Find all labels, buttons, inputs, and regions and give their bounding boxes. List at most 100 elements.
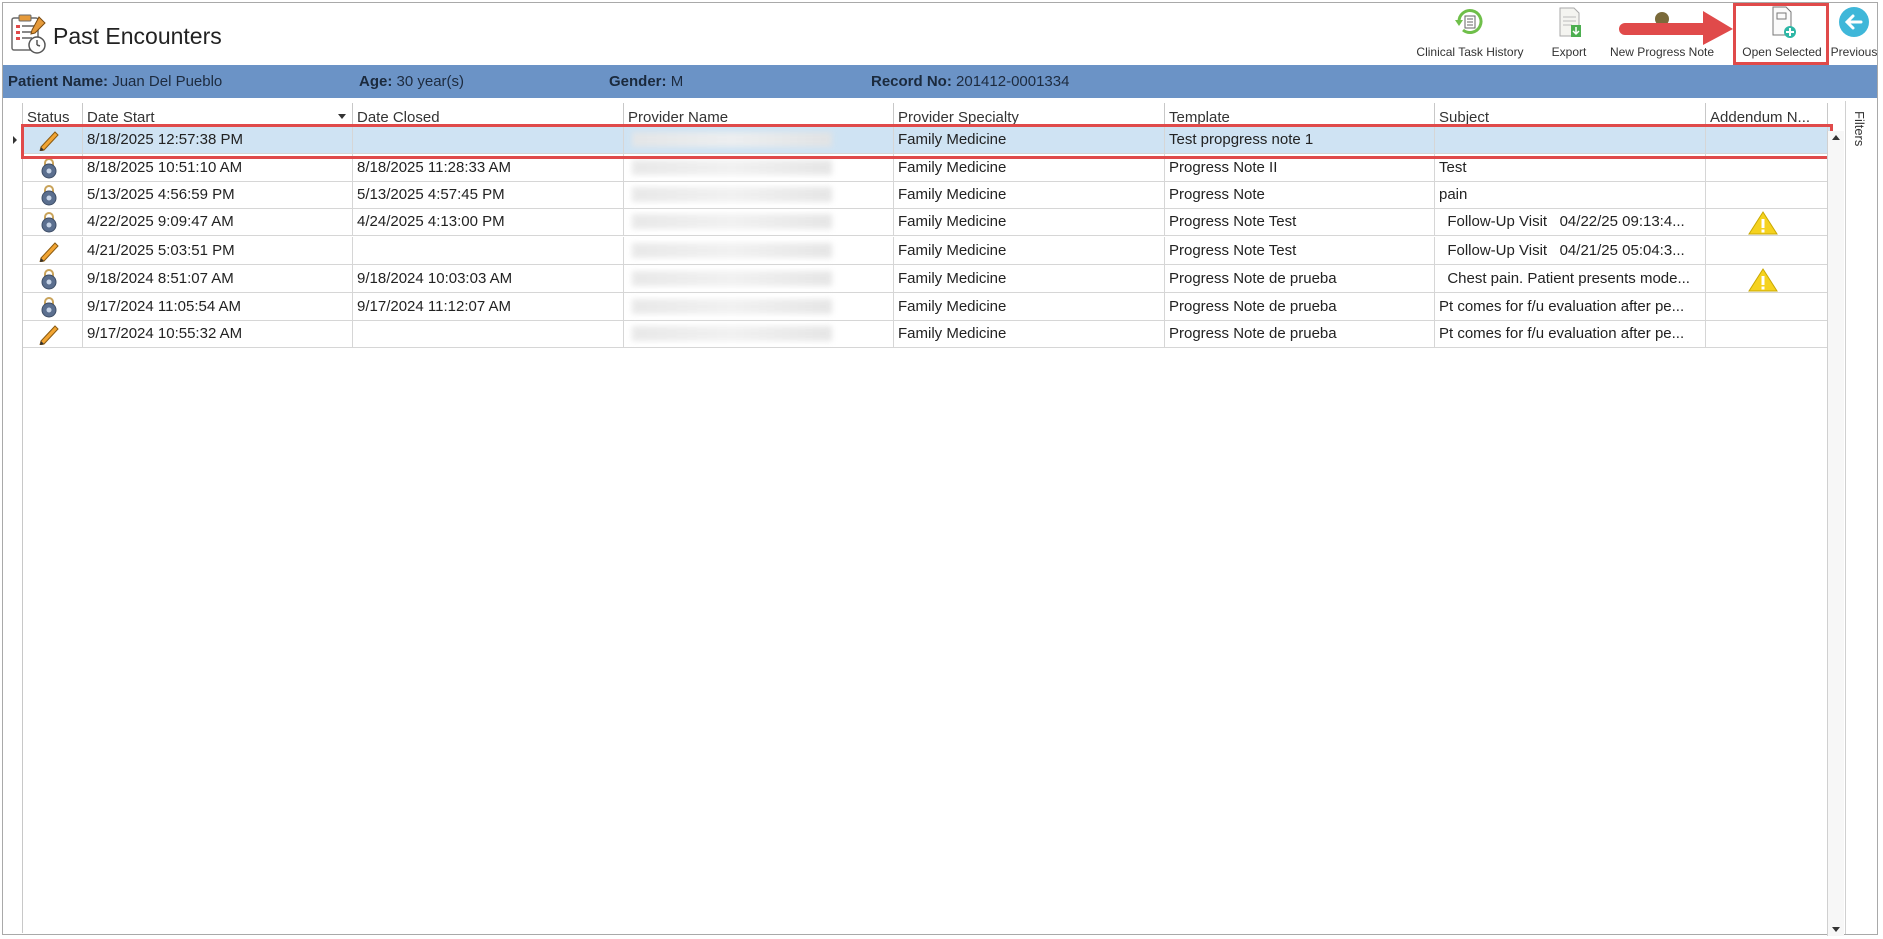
- annotation-arrow: [1619, 11, 1733, 45]
- cell-status: [23, 293, 83, 320]
- back-arrow-icon: [1839, 7, 1869, 37]
- cell-provider: [624, 126, 894, 153]
- table-row[interactable]: 8/18/2025 12:57:38 PM Family Medicine Test…: [13, 126, 1831, 154]
- open-selected-label: Open Selected: [1742, 45, 1822, 59]
- cell-subject: Pt comes for f/u evaluation after pe...: [1435, 293, 1706, 320]
- table-row[interactable]: 4/21/2025 5:03:51 PM Family Medicine Progr…: [23, 237, 1831, 265]
- redacted-provider-name: [632, 214, 832, 229]
- column-date-start[interactable]: Date Start: [83, 103, 353, 125]
- column-template[interactable]: Template: [1165, 103, 1435, 125]
- cell-template: Progress Note Test: [1165, 237, 1435, 264]
- clinical-task-history-label: Clinical Task History: [1416, 45, 1524, 59]
- table-row[interactable]: 9/17/2024 10:55:32 AM Family Medicine Prog…: [23, 320, 1831, 348]
- column-provider-specialty[interactable]: Provider Specialty: [894, 103, 1165, 125]
- export-button[interactable]: Export: [1543, 3, 1595, 59]
- lock-icon: [41, 185, 57, 206]
- lock-icon: [41, 269, 57, 290]
- table-row[interactable]: 8/18/2025 10:51:10 AM 8/18/2025 11:28:33 …: [23, 154, 1831, 182]
- cell-specialty: Family Medicine: [894, 237, 1165, 264]
- cell-template: Progress Note Test: [1165, 208, 1435, 235]
- cell-date-start: 4/21/2025 5:03:51 PM: [83, 237, 353, 264]
- table-row[interactable]: 4/22/2025 9:09:47 AM 4/24/2025 4:13:00 PM…: [23, 208, 1831, 236]
- cell-specialty: Family Medicine: [894, 265, 1165, 292]
- cell-date-start: 4/22/2025 9:09:47 AM: [83, 208, 353, 235]
- cell-template: Test propgress note 1: [1165, 126, 1435, 153]
- export-icon: [1559, 7, 1581, 37]
- patient-info-bar: Patient Name: Juan Del Pueblo Age: 30 ye…: [3, 65, 1877, 98]
- cell-addendum: [1706, 265, 1828, 292]
- cell-date-start: 9/18/2024 8:51:07 AM: [83, 265, 353, 292]
- export-label: Export: [1551, 45, 1587, 59]
- lock-icon: [41, 297, 57, 318]
- cell-specialty: Family Medicine: [894, 293, 1165, 320]
- encounters-grid: Status Date Start Date Closed Provider N…: [13, 103, 1831, 933]
- cell-specialty: Family Medicine: [894, 154, 1165, 181]
- cell-status: [23, 265, 83, 292]
- redacted-provider-name: [632, 187, 832, 202]
- warning-icon: [1748, 268, 1778, 292]
- cell-template: Progress Note de prueba: [1165, 293, 1435, 320]
- previous-label: Previous: [1830, 45, 1878, 59]
- cell-date-start: 8/18/2025 10:51:10 AM: [83, 154, 353, 181]
- cell-addendum: [1706, 126, 1828, 153]
- warning-icon: [1748, 211, 1778, 235]
- redacted-provider-name: [632, 299, 832, 314]
- clinical-task-history-button[interactable]: Clinical Task History: [1415, 3, 1525, 59]
- cell-template: Progress Note II: [1165, 154, 1435, 181]
- cell-subject: Follow-Up Visit 04/22/25 09:13:4...: [1435, 208, 1706, 235]
- cell-template: Progress Note de prueba: [1165, 320, 1435, 347]
- cell-template: Progress Note: [1165, 181, 1435, 208]
- cell-specialty: Family Medicine: [894, 181, 1165, 208]
- cell-date-start: 9/17/2024 10:55:32 AM: [83, 320, 353, 347]
- redacted-provider-name: [632, 243, 832, 258]
- redacted-provider-name: [632, 160, 832, 175]
- cell-date-start: 5/13/2025 4:56:59 PM: [83, 181, 353, 208]
- table-row[interactable]: 9/17/2024 11:05:54 AM 9/17/2024 11:12:07 …: [23, 293, 1831, 321]
- cell-status: [23, 154, 83, 181]
- cell-date-closed: 9/17/2024 11:12:07 AM: [353, 293, 624, 320]
- cell-status: [23, 320, 83, 347]
- cell-specialty: Family Medicine: [894, 126, 1165, 153]
- cell-status: [23, 208, 83, 235]
- vertical-scrollbar[interactable]: [1827, 131, 1844, 936]
- current-row-indicator-icon: [13, 136, 17, 144]
- cell-subject: Chest pain. Patient presents mode...: [1435, 265, 1706, 292]
- cell-provider: [624, 265, 894, 292]
- column-subject[interactable]: Subject: [1435, 103, 1706, 125]
- cell-subject: [1435, 126, 1706, 153]
- cell-provider: [624, 181, 894, 208]
- previous-button[interactable]: Previous: [1829, 3, 1879, 59]
- table-row[interactable]: 9/18/2024 8:51:07 AM 9/18/2024 10:03:03 A…: [23, 265, 1831, 293]
- new-progress-note-label: New Progress Note: [1609, 45, 1715, 59]
- window-frame: Past Encounters Clinical Task History Ex…: [2, 2, 1879, 936]
- cell-date-closed: [353, 237, 624, 264]
- column-addendum[interactable]: Addendum N...: [1706, 103, 1828, 125]
- cell-subject: Pt comes for f/u evaluation after pe...: [1435, 320, 1706, 347]
- cell-provider: [624, 154, 894, 181]
- redacted-provider-name: [632, 271, 832, 286]
- patient-name: Patient Name: Juan Del Pueblo: [8, 73, 223, 90]
- column-date-closed[interactable]: Date Closed: [353, 103, 624, 125]
- scroll-up-icon[interactable]: [1832, 135, 1840, 140]
- clinical-task-history-icon: [1455, 9, 1483, 34]
- column-provider-name[interactable]: Provider Name: [624, 103, 894, 125]
- cell-date-closed: [353, 126, 624, 153]
- cell-specialty: Family Medicine: [894, 208, 1165, 235]
- cell-subject: Follow-Up Visit 04/21/25 05:04:3...: [1435, 237, 1706, 264]
- filters-tab[interactable]: Filters: [1849, 107, 1871, 167]
- scroll-down-icon[interactable]: [1832, 927, 1840, 932]
- cell-date-closed: [353, 320, 624, 347]
- pencil-icon: [39, 131, 59, 151]
- cell-provider: [624, 320, 894, 347]
- patient-gender: Gender: M: [609, 73, 684, 90]
- column-status[interactable]: Status: [23, 103, 83, 125]
- open-selected-button[interactable]: Open Selected: [1735, 3, 1829, 59]
- header: Past Encounters Clinical Task History Ex…: [3, 3, 1879, 65]
- cell-status: [23, 126, 83, 153]
- cell-addendum: [1706, 237, 1828, 264]
- cell-status: [23, 237, 83, 264]
- cell-provider: [624, 237, 894, 264]
- table-row[interactable]: 5/13/2025 4:56:59 PM 5/13/2025 4:57:45 PM…: [23, 181, 1831, 209]
- cell-specialty: Family Medicine: [894, 320, 1165, 347]
- cell-status: [23, 181, 83, 208]
